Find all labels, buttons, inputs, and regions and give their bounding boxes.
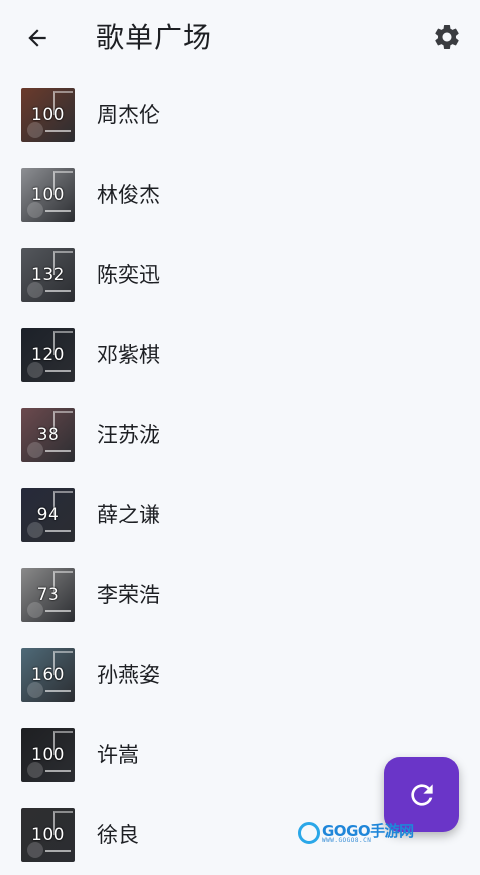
- playlist-name: 陈奕迅: [97, 263, 160, 287]
- playlist-name: 孙燕姿: [97, 663, 160, 687]
- page-title: 歌单广场: [96, 21, 213, 54]
- song-count: 160: [31, 665, 65, 685]
- playlist-cover: 100: [21, 728, 75, 782]
- playlist-cover: 100: [21, 168, 75, 222]
- playlist-name: 徐良: [97, 823, 139, 847]
- playlist-name: 薛之谦: [97, 503, 160, 527]
- settings-button[interactable]: [430, 20, 464, 54]
- app-bar: 歌单广场: [0, 0, 480, 76]
- playlist-item[interactable]: 94 薛之谦: [0, 475, 480, 555]
- playlist-cover: 160: [21, 648, 75, 702]
- playlist-cover: 100: [21, 88, 75, 142]
- watermark-logo: GOGO手游网 WWW.GOGO8.CN: [298, 820, 414, 850]
- playlist-cover: 38: [21, 408, 75, 462]
- back-button[interactable]: [20, 21, 54, 55]
- song-count: 100: [31, 185, 65, 205]
- playlist-list: 100 周杰伦 100 林俊杰 132 陈奕迅 120 邓紫棋 38 汪苏泷 94 薛之谦 73 李荣浩 1…: [0, 75, 480, 875]
- song-count: 120: [31, 345, 65, 365]
- song-count: 132: [31, 265, 65, 285]
- refresh-icon: [410, 783, 433, 806]
- playlist-cover: 132: [21, 248, 75, 302]
- playlist-item[interactable]: 100 林俊杰: [0, 155, 480, 235]
- song-count: 100: [31, 105, 65, 125]
- song-count: 100: [31, 825, 65, 845]
- song-count: 38: [36, 425, 60, 445]
- playlist-name: 汪苏泷: [97, 423, 160, 447]
- playlist-item[interactable]: 38 汪苏泷: [0, 395, 480, 475]
- song-count: 94: [36, 505, 60, 525]
- playlist-item[interactable]: 160 孙燕姿: [0, 635, 480, 715]
- playlist-item[interactable]: 73 李荣浩: [0, 555, 480, 635]
- arrow-left-icon: [28, 29, 46, 47]
- playlist-name: 李荣浩: [97, 583, 160, 607]
- song-count: 100: [31, 745, 65, 765]
- playlist-item[interactable]: 120 邓紫棋: [0, 315, 480, 395]
- playlist-cover: 120: [21, 328, 75, 382]
- playlist-cover: 94: [21, 488, 75, 542]
- song-count: 73: [36, 585, 60, 605]
- playlist-name: 邓紫棋: [97, 343, 160, 367]
- watermark-subtext: WWW.GOGO8.CN: [322, 837, 372, 844]
- gear-icon: [435, 24, 459, 49]
- playlist-item[interactable]: 132 陈奕迅: [0, 235, 480, 315]
- playlist-cover: 100: [21, 808, 75, 862]
- playlist-name: 周杰伦: [97, 103, 160, 127]
- playlist-cover: 73: [21, 568, 75, 622]
- playlist-name: 许嵩: [97, 743, 139, 767]
- watermark-ring-icon: [298, 822, 320, 844]
- playlist-name: 林俊杰: [97, 183, 160, 207]
- playlist-item[interactable]: 100 周杰伦: [0, 75, 480, 155]
